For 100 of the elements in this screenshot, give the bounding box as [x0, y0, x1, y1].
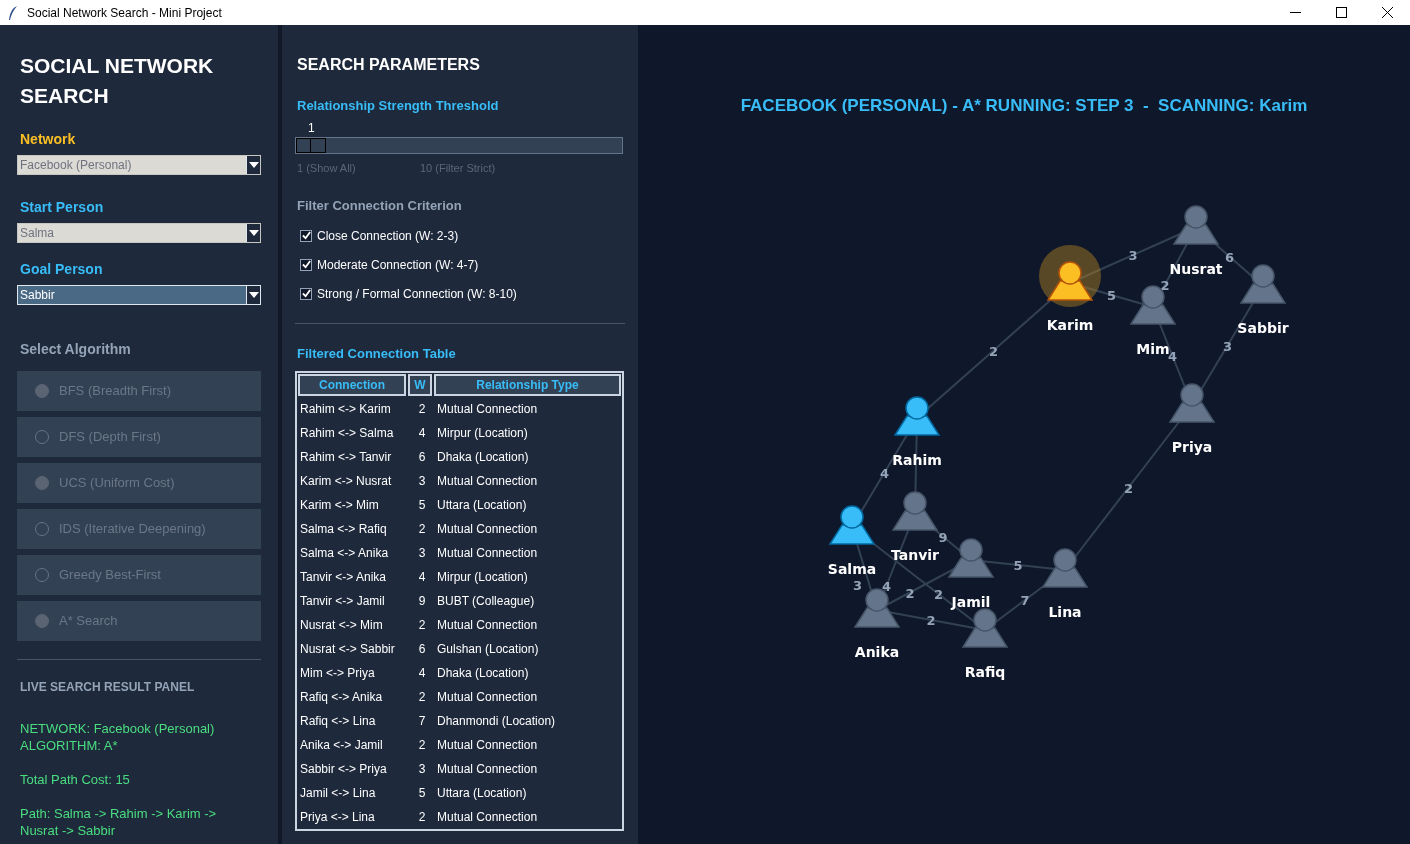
section-heading: LIVE SEARCH RESULT PANEL: [20, 679, 196, 696]
node-label: Tanvir: [891, 547, 939, 563]
person-icon[interactable]: [1239, 264, 1287, 304]
table-cell-text: Priya <-> Lina: [299, 809, 376, 826]
checkbox[interactable]: [300, 287, 312, 300]
table-cell-text: Mirpur (Location): [436, 425, 528, 442]
table-cell-text: Mutual Connection: [436, 401, 538, 418]
slider-thumb[interactable]: [296, 137, 326, 153]
weight-label: 4: [882, 578, 891, 594]
result-text: ALGORITHM: A*: [20, 737, 119, 754]
person-icon[interactable]: [961, 608, 1009, 648]
table-cell-text: 2: [417, 617, 427, 634]
caret-icon[interactable]: [248, 292, 259, 298]
table-cell-text: Tanvir <-> Anika: [299, 569, 388, 586]
checkbox[interactable]: [300, 229, 312, 242]
table-cell-text: Mutual Connection: [436, 617, 538, 634]
graph-heading: FACEBOOK (PERSONAL) - A* RUNNING: STEP 3 - SCANNING: Karim: [740, 96, 1308, 115]
column-header[interactable]: Relationship Type: [434, 374, 621, 396]
radio-option[interactable]: A* Search: [17, 601, 261, 641]
column-header[interactable]: W: [408, 374, 432, 396]
table-cell-text: Rafiq <-> Anika: [299, 689, 384, 706]
table-cell-text: 6: [417, 641, 427, 658]
person-icon[interactable]: [947, 538, 995, 578]
person-icon[interactable]: [891, 491, 939, 531]
radio-option[interactable]: BFS (Breadth First): [17, 371, 261, 411]
table-cell-text: 4: [417, 425, 427, 442]
weight-label: 9: [938, 529, 948, 545]
table-cell-text: 4: [417, 569, 427, 586]
radio-option[interactable]: Greedy Best-First: [17, 555, 261, 595]
table-cell-text: 3: [417, 545, 427, 562]
table-cell-text: 2: [417, 521, 427, 538]
table-cell-text: 5: [417, 497, 427, 514]
node-label: Anika: [854, 644, 900, 660]
person-icon[interactable]: [1168, 383, 1216, 423]
person-icon[interactable]: [1172, 205, 1220, 245]
table-cell-text: Mim <-> Priya: [299, 665, 376, 682]
table-cell-text: Gulshan (Location): [436, 641, 539, 658]
slider-track[interactable]: [295, 136, 623, 154]
radio-icon[interactable]: [35, 476, 49, 490]
checkbox-label: Close Connection (W: 2-3): [317, 227, 459, 245]
table-cell-text: Mutual Connection: [436, 473, 538, 490]
table-cell-text: Karim <-> Nusrat: [299, 473, 393, 490]
table-cell-text: Uttara (Location): [436, 497, 527, 514]
radio-option[interactable]: UCS (Uniform Cost): [17, 463, 261, 503]
section-heading: Filter Connection Criterion: [297, 197, 463, 215]
weight-label: 4: [880, 465, 889, 481]
person-icon[interactable]: [1041, 548, 1089, 588]
person-icon[interactable]: [893, 396, 941, 436]
result-text: Total Path Cost: 15: [20, 771, 131, 788]
radio-icon[interactable]: [35, 384, 49, 398]
table-cell-text: 2: [417, 401, 427, 418]
node-label: Karim: [1046, 317, 1094, 333]
weight-label: 2: [905, 585, 915, 601]
table-cell-text: Mutual Connection: [436, 737, 538, 754]
app-title: SOCIAL NETWORK SEARCH: [20, 53, 215, 109]
result-text: NETWORK: Facebook (Personal): [20, 720, 216, 737]
table-cell-text: Mutual Connection: [436, 521, 538, 538]
node-label: Mim: [1136, 341, 1170, 357]
person-icon[interactable]: [828, 505, 876, 545]
table-cell-text: Anika <-> Jamil: [299, 737, 384, 754]
weight-label: 2: [1160, 277, 1170, 293]
table-cell-text: Dhaka (Location): [436, 449, 529, 466]
weight-label: 2: [1124, 480, 1133, 496]
table-cell-text: Mirpur (Location): [436, 569, 528, 586]
close-icon[interactable]: [1381, 7, 1393, 18]
table-cell-text: 7: [417, 713, 427, 730]
section-heading: Filtered Connection Table: [297, 344, 457, 363]
weight-label: 3: [1128, 248, 1138, 263]
field-label: Network: [20, 130, 77, 149]
checkbox-label: Strong / Formal Connection (W: 8-10): [317, 285, 517, 303]
checkbox-label: Moderate Connection (W: 4-7): [317, 256, 479, 274]
table-cell-text: Rahim <-> Tanvir: [299, 449, 393, 466]
radio-option[interactable]: IDS (Iterative Deepening): [17, 509, 261, 549]
section-heading: Select Algorithm: [20, 340, 132, 359]
feather-icon: [8, 4, 18, 21]
weight-label: 6: [1225, 249, 1234, 265]
person-icon[interactable]: [1046, 261, 1094, 301]
checkbox[interactable]: [300, 258, 312, 271]
column-header[interactable]: Connection: [298, 374, 406, 396]
dropdown[interactable]: Sabbir: [17, 285, 261, 305]
table-cell-text: Salma <-> Anika: [299, 545, 390, 562]
table-cell-text: 4: [417, 665, 427, 682]
slider-value: 1: [308, 120, 316, 135]
table-cell-text: Dhaka (Location): [436, 665, 529, 682]
table-cell-text: Rafiq <-> Lina: [299, 713, 377, 730]
maximize-icon[interactable]: [1335, 7, 1347, 18]
radio-option[interactable]: DFS (Depth First): [17, 417, 261, 457]
table-cell-text: 2: [417, 689, 427, 706]
result-text: Path: Salma -> Rahim -> Karim -> Nusrat -> Sabbir: [20, 805, 218, 839]
node-label: Rafiq: [964, 664, 1006, 680]
node-label: Sabbir: [1237, 320, 1289, 336]
node-label: Priya: [1171, 439, 1213, 455]
weight-label: 5: [1013, 558, 1023, 573]
table-cell-text: Rahim <-> Karim: [299, 401, 392, 418]
radio-icon[interactable]: [35, 614, 49, 628]
weight-label: 2: [926, 613, 936, 628]
node-label: Nusrat: [1169, 261, 1223, 277]
section-heading: Relationship Strength Threshold: [297, 97, 500, 115]
table-cell-text: Mutual Connection: [436, 545, 538, 562]
table-cell-text: 2: [417, 737, 427, 754]
